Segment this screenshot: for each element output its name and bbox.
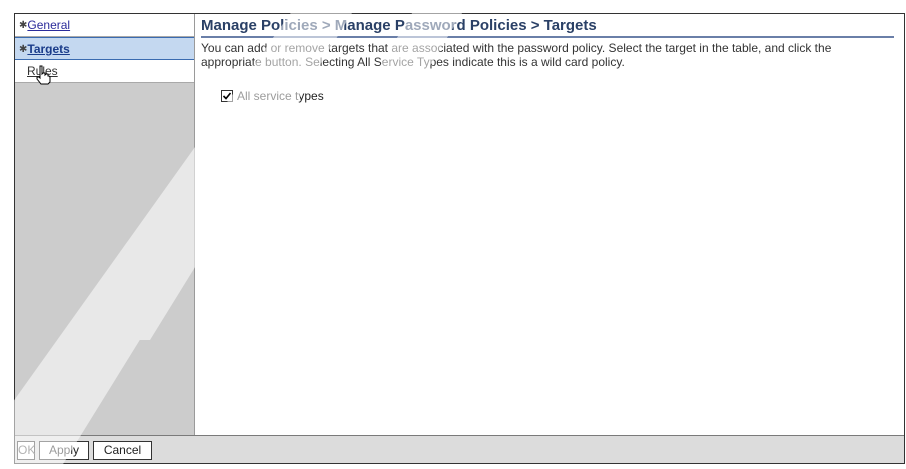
sidebar-item-label[interactable]: General: [27, 18, 70, 32]
button-bar: OK Apply Cancel: [15, 435, 904, 463]
ok-button[interactable]: OK: [17, 441, 35, 460]
page-description: You can add or remove targets that are a…: [201, 41, 832, 69]
sidebar-item-general[interactable]: ✱General: [15, 14, 194, 37]
all-service-types-checkbox[interactable]: [221, 90, 233, 102]
sidebar-item-label[interactable]: Targets: [27, 42, 69, 56]
sidebar-item-rules[interactable]: Rules: [15, 60, 194, 85]
cancel-button[interactable]: Cancel: [93, 441, 152, 460]
all-service-types-row[interactable]: All service types: [221, 89, 894, 103]
sidebar: ✱General ✱Targets Rules: [15, 14, 195, 436]
all-service-types-label: All service types: [237, 89, 324, 103]
policy-window: ✱General ✱Targets Rules Manage Policies …: [14, 13, 905, 464]
checkmark-icon: [222, 92, 232, 100]
content-area: Manage Policies > Manage Password Polici…: [201, 14, 894, 436]
hand-cursor-icon: [36, 65, 51, 85]
apply-button[interactable]: Apply: [39, 441, 89, 460]
page-title: Manage Policies > Manage Password Polici…: [201, 17, 894, 38]
sidebar-item-targets[interactable]: ✱Targets: [15, 37, 194, 60]
